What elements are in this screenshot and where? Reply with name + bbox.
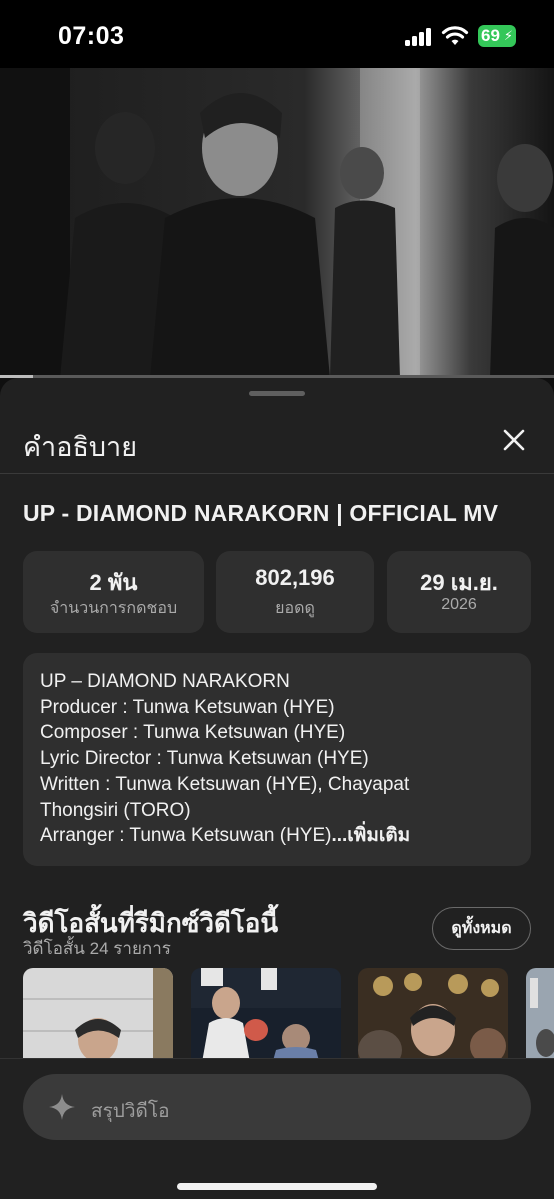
short-thumbnail[interactable] — [358, 968, 508, 1058]
description-box[interactable]: UP – DIAMOND NARAKORN Producer : Tunwa K… — [23, 653, 531, 866]
description-line: UP – DIAMOND NARAKORN — [40, 671, 290, 692]
video-player[interactable] — [0, 68, 554, 378]
likes-label: จำนวนการกดชอบ — [49, 600, 178, 617]
description-line: Written : Tunwa Ketsuwan (HYE), Chayapat — [40, 773, 410, 795]
summarize-video-placeholder: สรุปวิดีโอ — [91, 1101, 170, 1122]
show-more-link[interactable]: ...เพิ่มเติม — [331, 825, 410, 846]
panel-title: คำอธิบาย — [23, 432, 138, 462]
short-thumbnail-image — [526, 968, 554, 1058]
date-stat: 29 เม.ย. 2026 — [387, 551, 531, 633]
status-bar: 07:03 69 ⚡ — [0, 0, 554, 68]
short-thumbnail[interactable] — [23, 968, 173, 1058]
short-thumbnail[interactable] — [526, 968, 554, 1058]
video-frame — [0, 68, 554, 378]
short-thumbnail-image — [23, 968, 173, 1058]
bottom-bar: สรุปวิดีโอ — [0, 1058, 554, 1199]
description-line: Arranger : Tunwa Ketsuwan (HYE)...เพิ่มเ… — [40, 823, 514, 849]
remix-section-subtitle: วิดีโอสั้น 24 รายการ — [23, 939, 171, 958]
divider — [0, 473, 554, 474]
home-indicator[interactable] — [177, 1183, 377, 1190]
description-line-text: Arranger : Tunwa Ketsuwan (HYE) — [40, 825, 332, 847]
description-line: Lyric Director : Tunwa Ketsuwan (HYE) — [40, 748, 369, 770]
short-thumbnail-image — [358, 968, 508, 1058]
likes-count: 2 พัน — [89, 570, 138, 595]
description-line: Thongsiri (TORO) — [40, 799, 191, 821]
wifi-icon — [441, 26, 469, 45]
description-line: Composer : Tunwa Ketsuwan (HYE) — [40, 722, 346, 744]
publish-date: 29 เม.ย. — [420, 570, 498, 595]
close-icon[interactable] — [500, 426, 528, 454]
description-panel: คำอธิบาย UP - DIAMOND NARAKORN | OFFICIA… — [0, 378, 554, 1058]
sparkle-icon — [49, 1094, 75, 1120]
view-all-button[interactable]: ดูทั้งหมด — [432, 907, 531, 950]
battery-icon: 69 ⚡ — [478, 25, 516, 47]
video-title: UP - DIAMOND NARAKORN | OFFICIAL MV — [23, 500, 499, 526]
status-time: 07:03 — [58, 22, 125, 50]
views-stat: 802,196 ยอดดู — [216, 551, 374, 633]
short-thumbnail-image — [191, 968, 341, 1058]
drag-handle[interactable] — [249, 391, 305, 396]
views-count: 802,196 — [255, 565, 335, 590]
summarize-video-input[interactable]: สรุปวิดีโอ — [23, 1074, 531, 1140]
short-thumbnail[interactable] — [191, 968, 341, 1058]
signal-icon — [405, 28, 433, 46]
battery-level: 69 — [481, 26, 500, 45]
description-line: Producer : Tunwa Ketsuwan (HYE) — [40, 696, 335, 718]
likes-stat: 2 พัน จำนวนการกดชอบ — [23, 551, 204, 633]
charging-bolt-icon: ⚡ — [503, 28, 513, 43]
views-label: ยอดดู — [275, 600, 315, 617]
publish-year: 2026 — [441, 596, 477, 613]
